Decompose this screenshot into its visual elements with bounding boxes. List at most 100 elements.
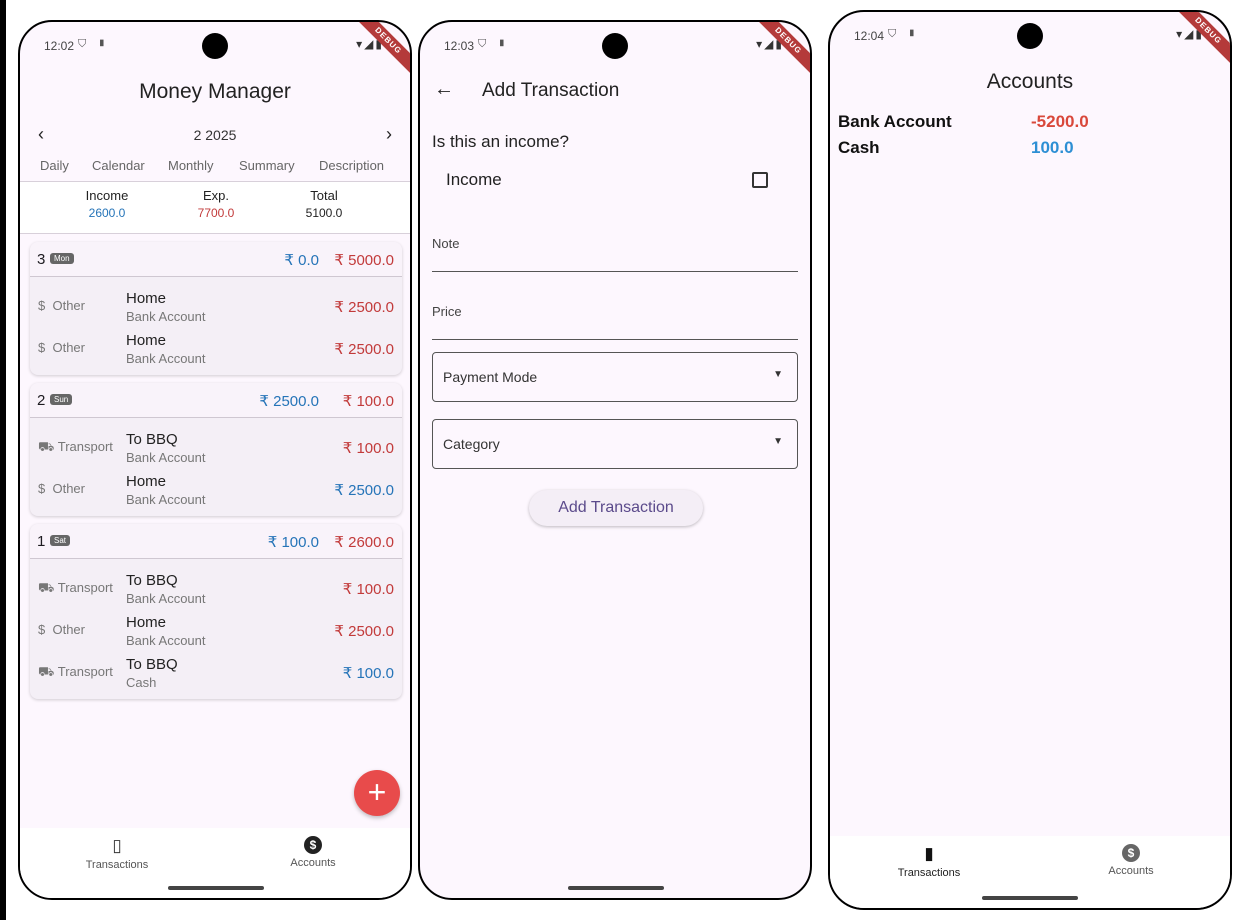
category-label: Other	[52, 481, 85, 496]
transaction-row[interactable]: $ Other Home Bank Account ₹ 2500.0	[30, 466, 402, 508]
camera-cutout	[602, 33, 628, 59]
transaction-row[interactable]: $ Other Home Bank Account ₹ 2500.0	[30, 283, 402, 325]
day-income: ₹ 0.0	[284, 252, 319, 269]
transaction-row[interactable]: ⛟ Transport To BBQ Bank Account ₹ 100.0	[30, 424, 402, 466]
price-field[interactable]: Price	[432, 300, 798, 340]
tab-monthly[interactable]: Monthly	[168, 158, 214, 173]
weekday-badge: Sat	[50, 535, 71, 546]
transaction-account: Bank Account	[126, 591, 206, 606]
day-header: 2 Sun ₹ 2500.0 ₹ 100.0	[30, 383, 402, 418]
category-transport: ⛟ Transport	[38, 580, 113, 598]
day-number: 2	[37, 392, 46, 409]
nav-accounts-label: Accounts	[290, 857, 336, 869]
category-label: Category	[443, 436, 500, 452]
income-checkbox-tile[interactable]: Income	[432, 164, 798, 200]
transaction-account: Bank Account	[126, 633, 206, 648]
transaction-amount: ₹ 2500.0	[334, 623, 394, 640]
tab-summary[interactable]: Summary	[239, 158, 295, 173]
day-expense: ₹ 2600.0	[334, 534, 394, 551]
transaction-note: Home	[126, 332, 167, 349]
transaction-row[interactable]: $ Other Home Bank Account ₹ 2500.0	[30, 325, 402, 367]
transaction-note: Home	[126, 290, 167, 307]
nav-transactions-label: Transactions	[897, 867, 961, 879]
category-label: Transport	[57, 439, 113, 454]
transaction-row[interactable]: $ Other Home Bank Account ₹ 2500.0	[30, 607, 402, 649]
income-checkbox[interactable]	[752, 172, 768, 188]
dropdown-arrow-icon: ▼	[773, 436, 783, 447]
current-month: 2 2025	[193, 127, 237, 143]
back-arrow-icon[interactable]: ←	[434, 78, 454, 101]
day-card: 1 Sat ₹ 100.0 ₹ 2600.0 ⛟ Transport To BB…	[30, 524, 402, 699]
transaction-account: Bank Account	[126, 309, 206, 324]
camera-cutout	[202, 33, 228, 59]
add-transaction-fab[interactable]: +	[354, 770, 400, 816]
day-number: 3	[37, 251, 46, 268]
transaction-amount: ₹ 100.0	[342, 665, 394, 682]
status-time: 12:04	[854, 29, 885, 43]
phone-transactions-screen: 12:02 ⛉ ▮ ▾◢▮ DEBUG Money Manager ‹ 2 20…	[18, 20, 412, 900]
dollar-icon: $	[38, 622, 46, 637]
tab-calendar[interactable]: Calendar	[92, 158, 145, 173]
category-label: Other	[52, 298, 85, 313]
view-tabs: Daily Calendar Monthly Summary Descripti…	[20, 156, 410, 182]
page-title: Money Manager	[139, 80, 291, 103]
month-selector: ‹ 2 2025 ›	[20, 124, 410, 148]
phone-accounts-screen: 12:04 ⛉ ▮ ▾◢▮ DEBUG Accounts Bank Accoun…	[828, 10, 1232, 910]
bookmark-book-icon: ▮	[924, 844, 934, 863]
category-other: $ Other	[38, 340, 85, 355]
dollar-icon: $	[38, 340, 46, 355]
tab-daily[interactable]: Daily	[40, 158, 69, 173]
status-bar: 12:04 ⛉ ▮ ▾◢▮ DEBUG	[830, 12, 1230, 68]
category-other: $ Other	[38, 298, 85, 313]
nav-transactions[interactable]: ▮ Transactions	[854, 844, 1004, 879]
category-other: $ Other	[38, 622, 85, 637]
income-question: Is this an income?	[432, 132, 570, 151]
category-dropdown[interactable]: Category ▼	[432, 419, 798, 469]
day-expense: ₹ 5000.0	[334, 252, 394, 269]
total-label: Total	[310, 188, 338, 203]
account-name: Bank Account	[838, 112, 952, 131]
app-bar: ← Add Transaction	[420, 76, 810, 110]
nav-accounts[interactable]: $ Accounts	[1056, 844, 1206, 877]
plus-icon: +	[367, 774, 387, 810]
nav-transactions[interactable]: ▯ Transactions	[42, 836, 192, 871]
account-balance: -5200.0	[1031, 112, 1089, 131]
status-notification-icons: ⛉ ▮	[888, 28, 921, 40]
camera-cutout	[1017, 23, 1043, 49]
dropdown-arrow-icon: ▼	[773, 369, 783, 380]
payment-mode-label: Payment Mode	[443, 369, 538, 385]
transaction-note: To BBQ	[126, 431, 178, 448]
transaction-account: Bank Account	[126, 492, 206, 507]
dollar-icon: $	[38, 298, 46, 313]
tab-description[interactable]: Description	[319, 158, 384, 173]
transaction-row[interactable]: ⛟ Transport To BBQ Bank Account ₹ 100.0	[30, 565, 402, 607]
car-icon: ⛟	[38, 580, 55, 595]
nav-accounts[interactable]: $ Accounts	[238, 836, 388, 869]
category-label: Other	[52, 622, 85, 637]
bookmark-book-icon: ▯	[112, 836, 122, 855]
note-field[interactable]: Note	[432, 232, 798, 272]
expense-total: Exp. 7700.0	[171, 188, 261, 220]
car-icon: ⛟	[38, 439, 55, 454]
transaction-account: Cash	[126, 675, 157, 690]
weekday-badge: Sun	[50, 394, 73, 405]
status-bar: 12:02 ⛉ ▮ ▾◢▮ DEBUG	[20, 22, 410, 78]
day-card: 2 Sun ₹ 2500.0 ₹ 100.0 ⛟ Transport To BB…	[30, 383, 402, 516]
status-notification-icons: ⛉ ▮	[478, 38, 511, 50]
category-other: $ Other	[38, 481, 85, 496]
frame-edge-left	[0, 0, 6, 920]
nav-transactions-label: Transactions	[85, 859, 149, 871]
transaction-row[interactable]: ⛟ Transport To BBQ Cash ₹ 100.0	[30, 649, 402, 691]
day-income: ₹ 2500.0	[259, 393, 319, 410]
transaction-note: To BBQ	[126, 656, 178, 673]
price-field-label: Price	[432, 304, 462, 319]
day-header: 3 Mon ₹ 0.0 ₹ 5000.0	[30, 242, 402, 277]
chevron-right-icon[interactable]: ›	[386, 124, 392, 145]
phone-add-transaction-screen: 12:03 ⛉ ▮ ▾◢▮ DEBUG ← Add Transaction Is…	[418, 20, 812, 900]
status-time: 12:02	[44, 39, 75, 53]
day-header: 1 Sat ₹ 100.0 ₹ 2600.0	[30, 524, 402, 559]
payment-mode-dropdown[interactable]: Payment Mode ▼	[432, 352, 798, 402]
dollar-icon: $	[38, 481, 46, 496]
grand-total: Total 5100.0	[279, 188, 369, 220]
add-transaction-button[interactable]: Add Transaction	[529, 490, 703, 526]
